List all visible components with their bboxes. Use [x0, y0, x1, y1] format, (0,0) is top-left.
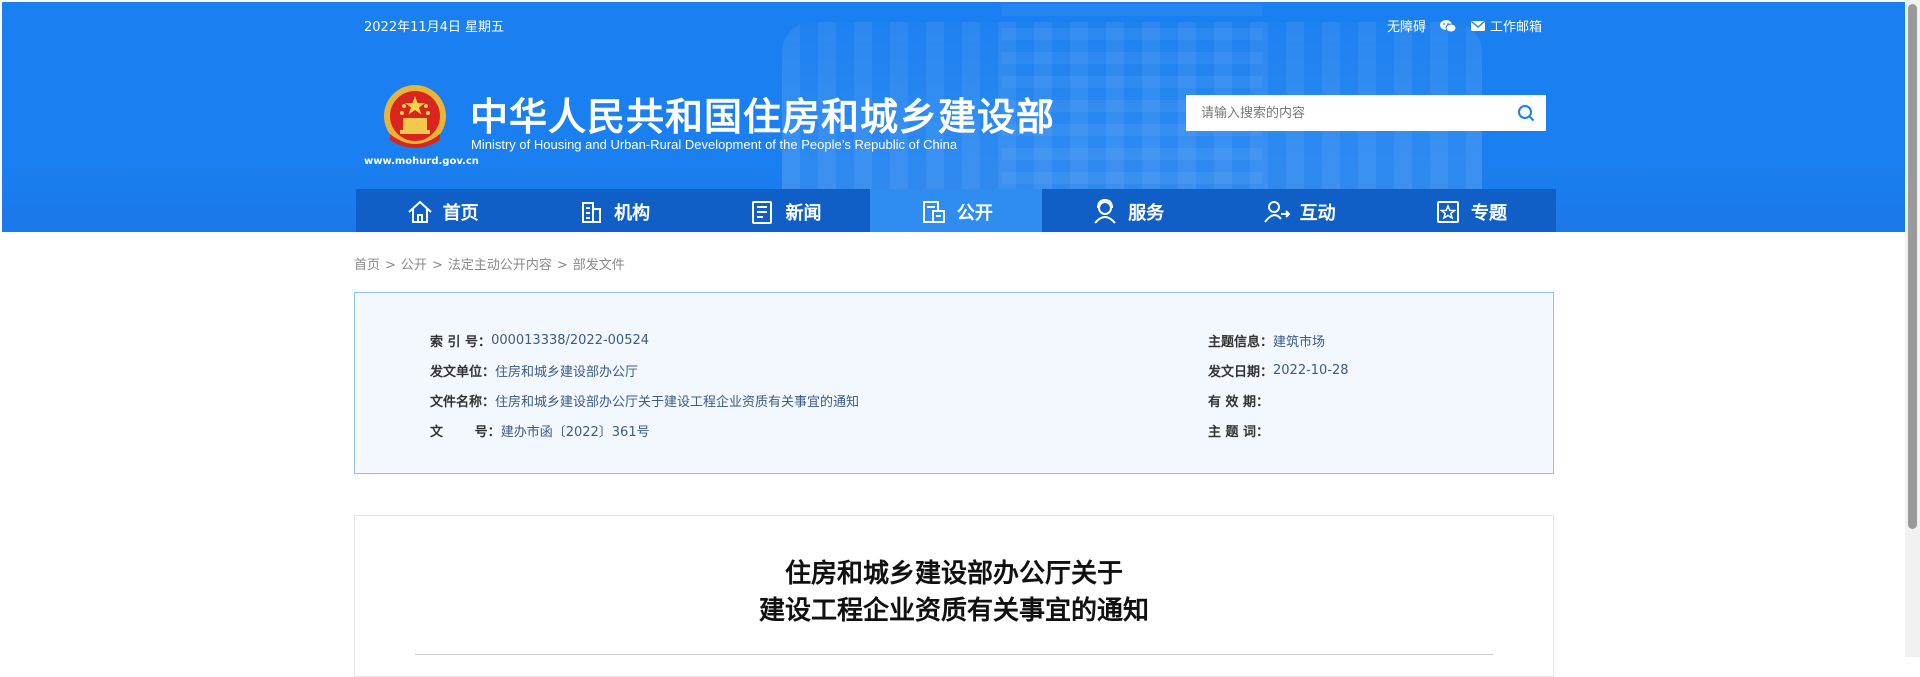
service-icon [1094, 198, 1117, 224]
search-icon [1518, 105, 1535, 122]
meta-label: 主题信息： [1208, 334, 1274, 350]
nav-label: 机构 [614, 202, 651, 224]
interaction-icon [1263, 200, 1291, 223]
work-email-link[interactable]: 工作邮箱 [1470, 16, 1542, 35]
meta-row-index-number: 索 引 号： 000013338/2022-00524 [430, 325, 859, 355]
current-date: 2022年11月4日 星期五 [364, 20, 505, 35]
nav-label: 专题 [1471, 202, 1508, 224]
meta-row-topic: 主题信息： 建筑市场 [1208, 325, 1349, 355]
nav-item-disclosure[interactable]: 公开 [870, 189, 1042, 232]
article-title: 住房和城乡建设部办公厅关于 建设工程企业资质有关事宜的通知 [355, 556, 1553, 630]
meta-row-issue-date: 发文日期： 2022-10-28 [1208, 355, 1349, 385]
nav-label: 新闻 [785, 202, 822, 224]
breadcrumb-statutory-content[interactable]: 法定主动公开内容 [448, 258, 552, 273]
meta-value: 建办市函〔2022〕361号 [500, 424, 650, 440]
site-url: www.mohurd.gov.cn [364, 156, 479, 167]
nav-label: 首页 [442, 202, 479, 224]
nav-item-topics[interactable]: 专题 [1384, 189, 1555, 232]
meta-row-validity: 有 效 期： [1208, 385, 1349, 415]
nav-item-news[interactable]: 新闻 [699, 189, 870, 232]
site-header: 2022年11月4日 星期五 无障碍 工作邮箱 www.mohurd.gov.c… [2, 2, 1905, 232]
meta-value: 2022-10-28 [1273, 362, 1349, 378]
meta-label: 发文日期： [1208, 364, 1274, 380]
top-links: 无障碍 工作邮箱 [1387, 16, 1542, 35]
nav-label: 互动 [1299, 202, 1336, 224]
meta-value: 000013338/2022-00524 [491, 332, 650, 348]
nav-item-interaction[interactable]: 互动 [1213, 189, 1384, 232]
document-metadata-box: 索 引 号： 000013338/2022-00524 发文单位： 住房和城乡建设部… [354, 292, 1554, 474]
meta-value: 建筑市场 [1273, 334, 1326, 350]
breadcrumb-home[interactable]: 首页 [354, 258, 380, 273]
nav-label: 公开 [956, 202, 993, 224]
meta-row-document-name: 文件名称： 住房和城乡建设部办公厅关于建设工程企业资质有关事宜的通知 [430, 385, 859, 415]
accessibility-link[interactable]: 无障碍 [1387, 16, 1426, 35]
meta-value: 住房和城乡建设部办公厅 [495, 364, 639, 380]
meta-label: 主 题 词： [1208, 424, 1270, 440]
news-icon [752, 200, 773, 224]
title-divider [415, 654, 1493, 655]
page-scrollbar[interactable] [1905, 0, 1920, 657]
ministry-title-cn: 中华人民共和国住房和城乡建设部 [470, 95, 1056, 139]
article-title-line1: 住房和城乡建设部办公厅关于 [784, 559, 1123, 589]
breadcrumb: 首页 > 公开 > 法定主动公开内容 > 部发文件 [354, 254, 625, 273]
meta-row-keywords: 主 题 词： [1208, 415, 1349, 445]
breadcrumb-separator: > [385, 258, 396, 273]
meta-value: 住房和城乡建设部办公厅关于建设工程企业资质有关事宜的通知 [495, 394, 860, 410]
search-input[interactable] [1186, 95, 1506, 131]
meta-row-issuer: 发文单位： 住房和城乡建设部办公厅 [430, 355, 859, 385]
breadcrumb-ministry-documents[interactable]: 部发文件 [573, 258, 625, 273]
meta-label: 文件名称： [430, 394, 496, 410]
national-emblem-logo[interactable] [380, 82, 450, 154]
mail-icon [1470, 20, 1485, 31]
breadcrumb-separator: > [556, 258, 568, 273]
work-email-label: 工作邮箱 [1489, 20, 1542, 35]
ministry-title-en: Ministry of Housing and Urban-Rural Deve… [471, 137, 958, 152]
article-title-line2: 建设工程企业资质有关事宜的通知 [758, 596, 1149, 626]
meta-label: 索 引 号： [430, 334, 492, 350]
meta-label: 发文单位： [430, 364, 496, 380]
metadata-right-column: 主题信息： 建筑市场 发文日期： 2022-10-28 有 效 期： 主 题 词： [1208, 325, 1349, 445]
metadata-left-column: 索 引 号： 000013338/2022-00524 发文单位： 住房和城乡建设部… [430, 325, 859, 445]
nav-item-service[interactable]: 服务 [1042, 189, 1213, 232]
home-icon [408, 200, 432, 223]
main-nav: 首页 机构 新闻 公开 服务 互动 专题 [356, 189, 1556, 232]
search-box [1186, 95, 1546, 131]
meta-label: 文 号： [430, 424, 501, 440]
meta-row-document-number: 文 号： 建办市函〔2022〕361号 [430, 415, 859, 445]
building-icon [582, 201, 602, 223]
nav-item-organization[interactable]: 机构 [527, 189, 698, 232]
breadcrumb-disclosure[interactable]: 公开 [401, 258, 427, 273]
breadcrumb-separator: > [431, 258, 443, 273]
scrollbar-thumb[interactable] [1908, 4, 1917, 529]
nav-label: 服务 [1128, 202, 1165, 224]
article-container: 住房和城乡建设部办公厅关于 建设工程企业资质有关事宜的通知 [354, 515, 1554, 677]
star-icon [1437, 200, 1460, 223]
search-button[interactable] [1506, 95, 1546, 131]
wechat-icon[interactable] [1439, 18, 1456, 33]
meta-label: 有 效 期： [1208, 394, 1270, 410]
nav-item-home[interactable]: 首页 [356, 189, 527, 232]
disclosure-icon [922, 200, 945, 223]
